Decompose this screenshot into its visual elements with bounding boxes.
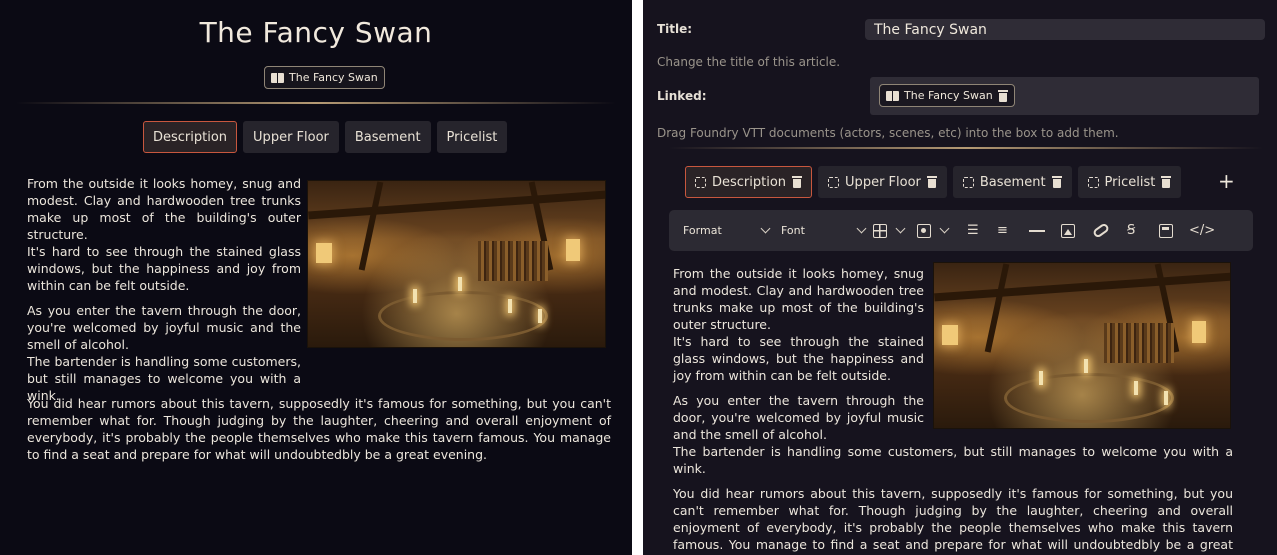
title-label: Title: [657,22,693,36]
journal-edit-panel: Title: Change the title of this article.… [643,0,1277,555]
tab-pricelist[interactable]: Pricelist [436,121,508,153]
source-code-button[interactable]: </> [1189,223,1219,238]
paragraph-1: From the outside it looks homey, snug an… [27,176,301,242]
linked-documents: The Fancy Swan [264,66,385,89]
tab-upper-floor[interactable]: Upper Floor [243,121,339,153]
clear-format-button[interactable]: Ꞩ [1127,223,1159,238]
image-icon [1061,223,1075,238]
numbered-list-icon: ≡ [997,223,1008,238]
paragraph-2: It's hard to see through the stained gla… [673,334,924,383]
page-tabs: Description Upper Floor Basement Priceli… [143,121,508,153]
paragraph-2: It's hard to see through the stained gla… [27,244,301,293]
tab-pricelist[interactable]: Pricelist [1077,166,1182,198]
code-icon: </> [1189,223,1216,238]
linked-label: Linked: [657,89,707,103]
tavern-image [307,180,606,348]
tab-upper-floor[interactable]: Upper Floor [818,166,947,198]
journal-view-panel: The Fancy Swan The Fancy Swan Descriptio… [0,0,632,555]
edit-tabs: Description Upper Floor Basement Priceli… [685,166,1182,198]
delete-tab-icon[interactable] [792,176,803,188]
tab-basement[interactable]: Basement [344,121,431,153]
linked-document-label: The Fancy Swan [904,89,993,102]
numbered-list-button[interactable]: ≡ [997,223,1029,238]
article-body-bottom: You did hear rumors about this tavern, s… [27,395,611,471]
delete-tab-icon[interactable] [1051,176,1062,188]
chevron-down-icon [856,223,867,234]
bullet-list-icon: ☰ [967,223,979,238]
chevron-down-icon [939,223,950,234]
bullet-list-button[interactable]: ☰ [967,223,997,238]
delete-tab-icon[interactable] [926,176,937,188]
remove-link-icon[interactable] [997,89,1008,102]
form-divider [669,147,1263,149]
title-input[interactable] [865,19,1265,40]
rename-icon [962,176,974,188]
paragraph-3: As you enter the tavern through the door… [673,393,924,442]
map-icon [886,90,899,101]
page-title: The Fancy Swan [199,16,433,49]
linked-document-chip[interactable]: The Fancy Swan [879,84,1015,107]
paragraph-3: As you enter the tavern through the door… [27,303,301,352]
linked-drop-zone[interactable]: The Fancy Swan [870,77,1259,115]
format-dropdown[interactable]: Format [683,223,781,237]
add-tab-button[interactable]: + [1218,169,1235,193]
editor-toolbar: Format Font ☰ ≡ Ꞩ </> [669,210,1253,251]
journal-icon [917,223,931,238]
tab-description[interactable]: Description [685,166,813,198]
delete-tab-icon[interactable] [1161,176,1172,188]
tavern-image [933,262,1231,429]
title-hint: Change the title of this article. [657,55,841,69]
table-button[interactable] [873,223,917,238]
chevron-down-icon [760,223,771,234]
rename-icon [1087,176,1099,188]
paragraph-4: The bartender is handling some customers… [673,444,1233,476]
font-dropdown[interactable]: Font [781,223,873,237]
rename-icon [695,176,706,188]
horizontal-rule-button[interactable] [1029,229,1061,232]
paragraph-5: You did hear rumors about this tavern, s… [27,396,611,462]
paragraph-5: You did hear rumors about this tavern, s… [673,486,1233,555]
secret-button[interactable] [917,223,967,238]
rename-icon [828,176,840,188]
tab-description[interactable]: Description [143,121,238,153]
link-icon [1091,222,1111,239]
map-icon [271,72,284,83]
paragraph-1: From the outside it looks homey, snug an… [673,266,924,332]
linked-document-chip[interactable]: The Fancy Swan [264,66,385,89]
tab-basement[interactable]: Basement [952,166,1072,198]
chevron-down-icon [895,223,906,234]
editor-body-top[interactable]: From the outside it looks homey, snug an… [673,265,924,443]
link-button[interactable] [1091,222,1127,239]
panel-divider [632,0,643,555]
horizontal-rule-icon [1029,229,1045,232]
linked-document-label: The Fancy Swan [289,71,378,84]
clear-format-icon: Ꞩ [1127,223,1136,238]
article-body-top: From the outside it looks homey, snug an… [27,175,301,412]
image-button[interactable] [1061,223,1093,238]
table-icon [873,223,887,238]
header-divider [16,102,616,104]
linked-hint: Drag Foundry VTT documents (actors, scen… [657,126,1119,140]
save-button[interactable] [1159,223,1189,238]
save-icon [1159,223,1173,238]
editor-body-bottom[interactable]: The bartender is handling some customers… [673,443,1233,555]
